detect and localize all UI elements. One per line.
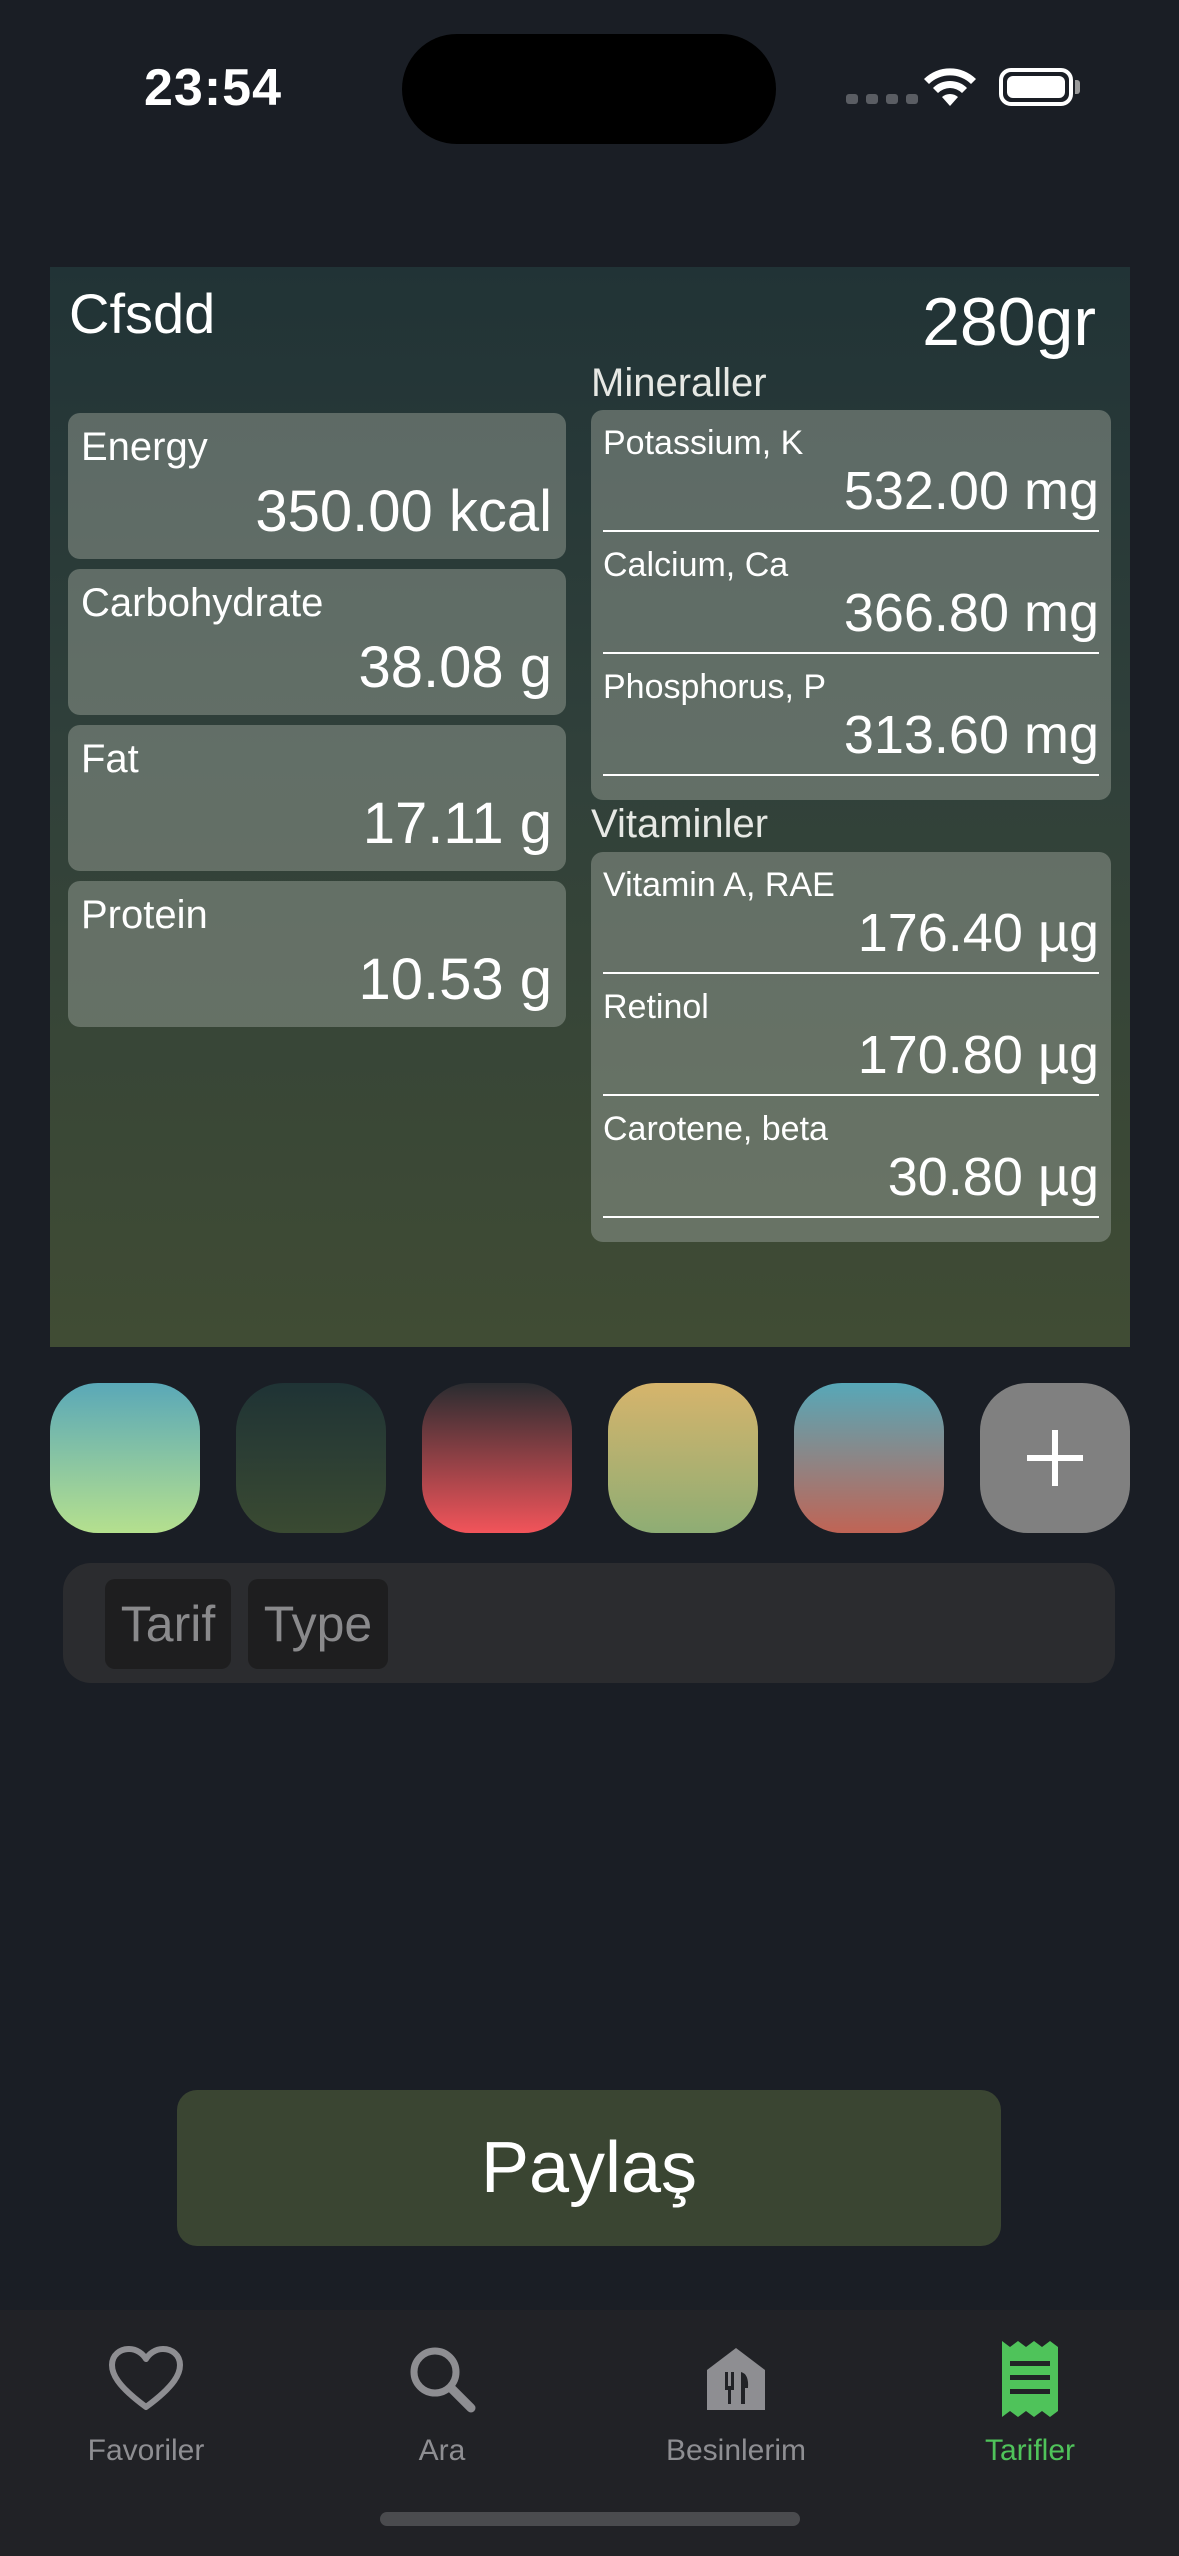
tags-field[interactable]: Tarif Type: [63, 1563, 1115, 1683]
minerals-title: Mineraller: [591, 361, 767, 405]
cellular-signal-icon: [846, 94, 918, 104]
nutrient-label: Calcium, Ca: [603, 546, 789, 584]
search-icon: [332, 2334, 552, 2424]
tab-label: Besinlerim: [665, 2434, 807, 2467]
macro-label: Protein: [81, 893, 208, 937]
nutrient-label: Retinol: [603, 988, 709, 1026]
nutrient-row: Carotene, beta 30.80 µg: [603, 1096, 1099, 1218]
color-swatch[interactable]: [50, 1383, 200, 1533]
macro-energy: Energy 350.00 kcal: [68, 413, 566, 559]
color-swatch[interactable]: [422, 1383, 572, 1533]
macro-carbohydrate: Carbohydrate 38.08 g: [68, 569, 566, 715]
recipe-card: Cfsdd 280gr Energy 350.00 kcal Carbohydr…: [50, 267, 1130, 1347]
nutrient-row: Calcium, Ca 366.80 mg: [603, 532, 1099, 654]
nutrient-row: Retinol 170.80 µg: [603, 974, 1099, 1096]
tag-chip[interactable]: Type: [248, 1579, 388, 1669]
nutrient-row: Potassium, K 532.00 mg: [603, 410, 1099, 532]
dynamic-island: [402, 34, 776, 144]
macro-label: Fat: [81, 737, 139, 781]
tag-chip[interactable]: Tarif: [105, 1579, 231, 1669]
battery-cap: [1075, 80, 1080, 94]
nutrient-label: Potassium, K: [603, 424, 804, 462]
macro-label: Carbohydrate: [81, 581, 324, 625]
add-swatch-button[interactable]: [980, 1383, 1130, 1533]
receipt-icon: [920, 2334, 1140, 2424]
food-house-icon: [626, 2334, 846, 2424]
tab-tarifler[interactable]: Tarifler: [920, 2334, 1140, 2468]
macro-value: 10.53 g: [358, 947, 552, 1012]
home-indicator: [380, 2512, 800, 2526]
macro-label: Energy: [81, 425, 208, 469]
tab-ara[interactable]: Ara: [332, 2334, 552, 2468]
macro-value: 350.00 kcal: [255, 479, 552, 544]
color-swatch[interactable]: [236, 1383, 386, 1533]
tab-label: Tarifler: [984, 2434, 1075, 2467]
heart-icon: [36, 2334, 256, 2424]
tab-label: Ara: [418, 2434, 466, 2467]
tab-favoriler[interactable]: Favoriler: [36, 2334, 256, 2468]
tab-label: Favoriler: [87, 2434, 205, 2467]
nutrient-value: 30.80 µg: [887, 1147, 1099, 1207]
wifi-icon: [922, 64, 978, 113]
nutrient-label: Phosphorus, P: [603, 668, 827, 706]
nutrient-row: Phosphorus, P 313.60 mg: [603, 654, 1099, 776]
status-time: 23:54: [144, 59, 282, 117]
tab-besinlerim[interactable]: Besinlerim: [626, 2334, 846, 2468]
share-button[interactable]: Paylaş: [177, 2090, 1001, 2246]
nutrient-value: 532.00 mg: [843, 461, 1099, 521]
minerals-group: Potassium, K 532.00 mg Calcium, Ca 366.8…: [591, 410, 1111, 800]
nutrient-value: 170.80 µg: [857, 1025, 1099, 1085]
macro-protein: Protein 10.53 g: [68, 881, 566, 1027]
macro-value: 38.08 g: [358, 635, 552, 700]
color-swatch[interactable]: [608, 1383, 758, 1533]
macro-fat: Fat 17.11 g: [68, 725, 566, 871]
nutrient-label: Carotene, beta: [603, 1110, 828, 1148]
nutrient-value: 176.40 µg: [857, 903, 1099, 963]
vitamins-group: Vitamin A, RAE 176.40 µg Retinol 170.80 …: [591, 852, 1111, 1242]
nutrient-value: 366.80 mg: [843, 583, 1099, 643]
recipe-weight: 280gr: [922, 284, 1096, 360]
plus-icon: [1027, 1430, 1083, 1486]
macro-value: 17.11 g: [362, 791, 552, 856]
nutrient-row: Vitamin A, RAE 176.40 µg: [603, 852, 1099, 974]
battery-icon: [999, 68, 1073, 106]
nutrient-value: 313.60 mg: [843, 705, 1099, 765]
recipe-title: Cfsdd: [69, 282, 216, 345]
nutrient-label: Vitamin A, RAE: [603, 866, 835, 904]
vitamins-title: Vitaminler: [591, 802, 769, 846]
color-swatch[interactable]: [794, 1383, 944, 1533]
